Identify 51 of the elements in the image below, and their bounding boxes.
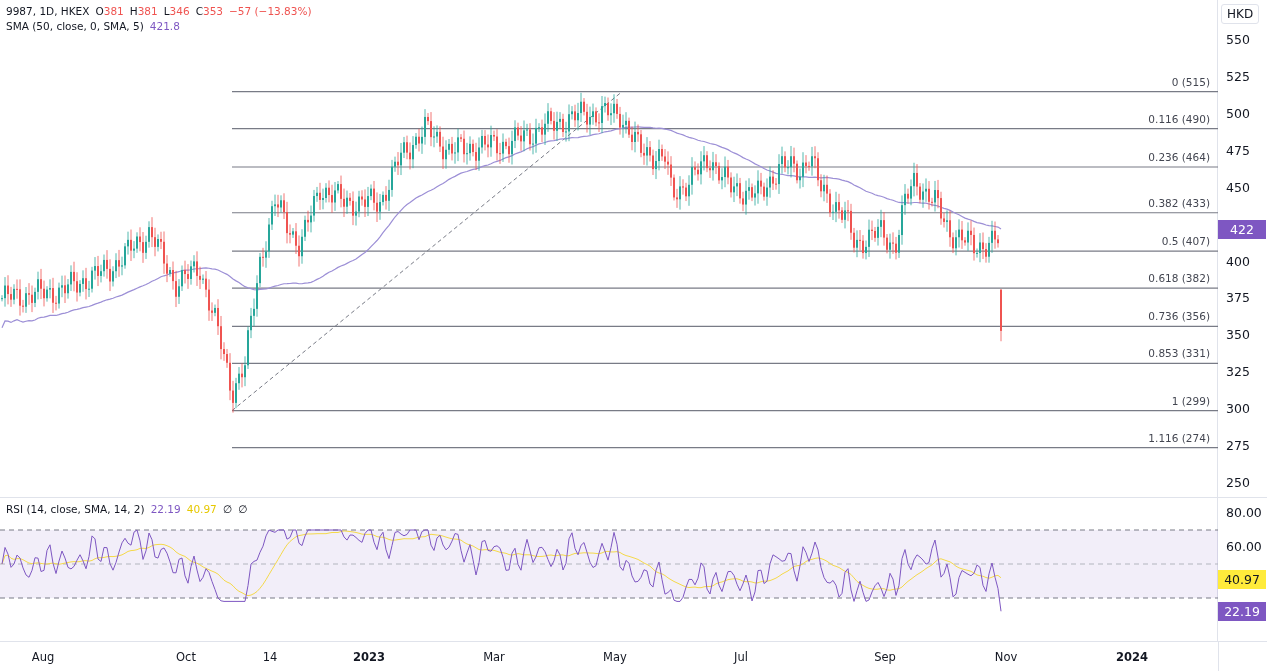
fib-level-label: 0 (515) [1171,75,1210,88]
rsi-title: RSI (14, close, SMA, 14, 2) [6,503,145,515]
price-tick: 350 [1226,327,1250,343]
price-tick: 500 [1226,105,1250,121]
price-tick: 400 [1226,253,1250,269]
price-tick: 525 [1226,68,1250,84]
fib-level-label: 0.116 (490) [1148,112,1210,125]
price-tick: 300 [1226,401,1250,417]
price-tick: 275 [1226,438,1250,454]
ohlc-value: L346 [163,5,190,17]
currency-label[interactable]: HKD [1221,4,1260,24]
ohlc-value: O381 [95,5,124,17]
time-tick: Oct [176,650,196,664]
rsi-badge: 22.19 [1218,602,1267,621]
price-change: −57 (−13.83%) [229,5,312,17]
time-tick: 2023 [353,650,385,664]
price-tick: 325 [1226,364,1250,380]
fib-level-label: 0.236 (464) [1148,151,1210,163]
time-tick: 14 [262,650,278,664]
fib-level-label: 1.116 (274) [1148,431,1210,444]
rsi-value: 22.19 [150,503,181,515]
time-tick: May [603,650,627,664]
price-tick: 450 [1226,179,1250,195]
sma-title: SMA (50, close, 0, SMA, 5) [6,20,144,32]
time-tick: Aug [31,650,55,664]
time-tick: Jul [734,650,748,664]
empty-value: ∅ [237,503,248,515]
sma-value: 421.8 [149,20,180,32]
ohlc-value: C353 [195,5,223,17]
time-tick: Nov [994,650,1018,664]
fib-level-label: 0.618 (382) [1148,272,1210,285]
rsi-average-badge: 40.97 [1218,570,1267,589]
fib-level-label: 0.5 (407) [1161,235,1210,248]
price-tick: 375 [1226,290,1250,306]
rsi-tick: 80.00 [1226,505,1262,520]
fib-level-label: 0.736 (356) [1148,310,1210,323]
time-tick: 2024 [1116,650,1148,664]
fib-level-label: 0.853 (331) [1148,347,1210,360]
time-tick: Mar [483,650,505,664]
rsi-tick: 60.00 [1226,539,1262,554]
price-tick: 250 [1226,475,1250,490]
fib-level-label: 1 (299) [1171,394,1210,407]
symbol-title: 9987, 1D, HKEX [6,5,90,17]
ohlc-value: H381 [129,5,158,17]
fib-level-label: 0.382 (433) [1148,196,1210,209]
price-badge: 422 [1218,220,1267,239]
price-tick: 550 [1226,32,1250,47]
empty-value: ∅ [222,503,232,515]
time-tick: Sep [874,650,896,664]
price-tick: 475 [1226,142,1250,158]
rsi-average-value: 40.97 [186,503,217,515]
